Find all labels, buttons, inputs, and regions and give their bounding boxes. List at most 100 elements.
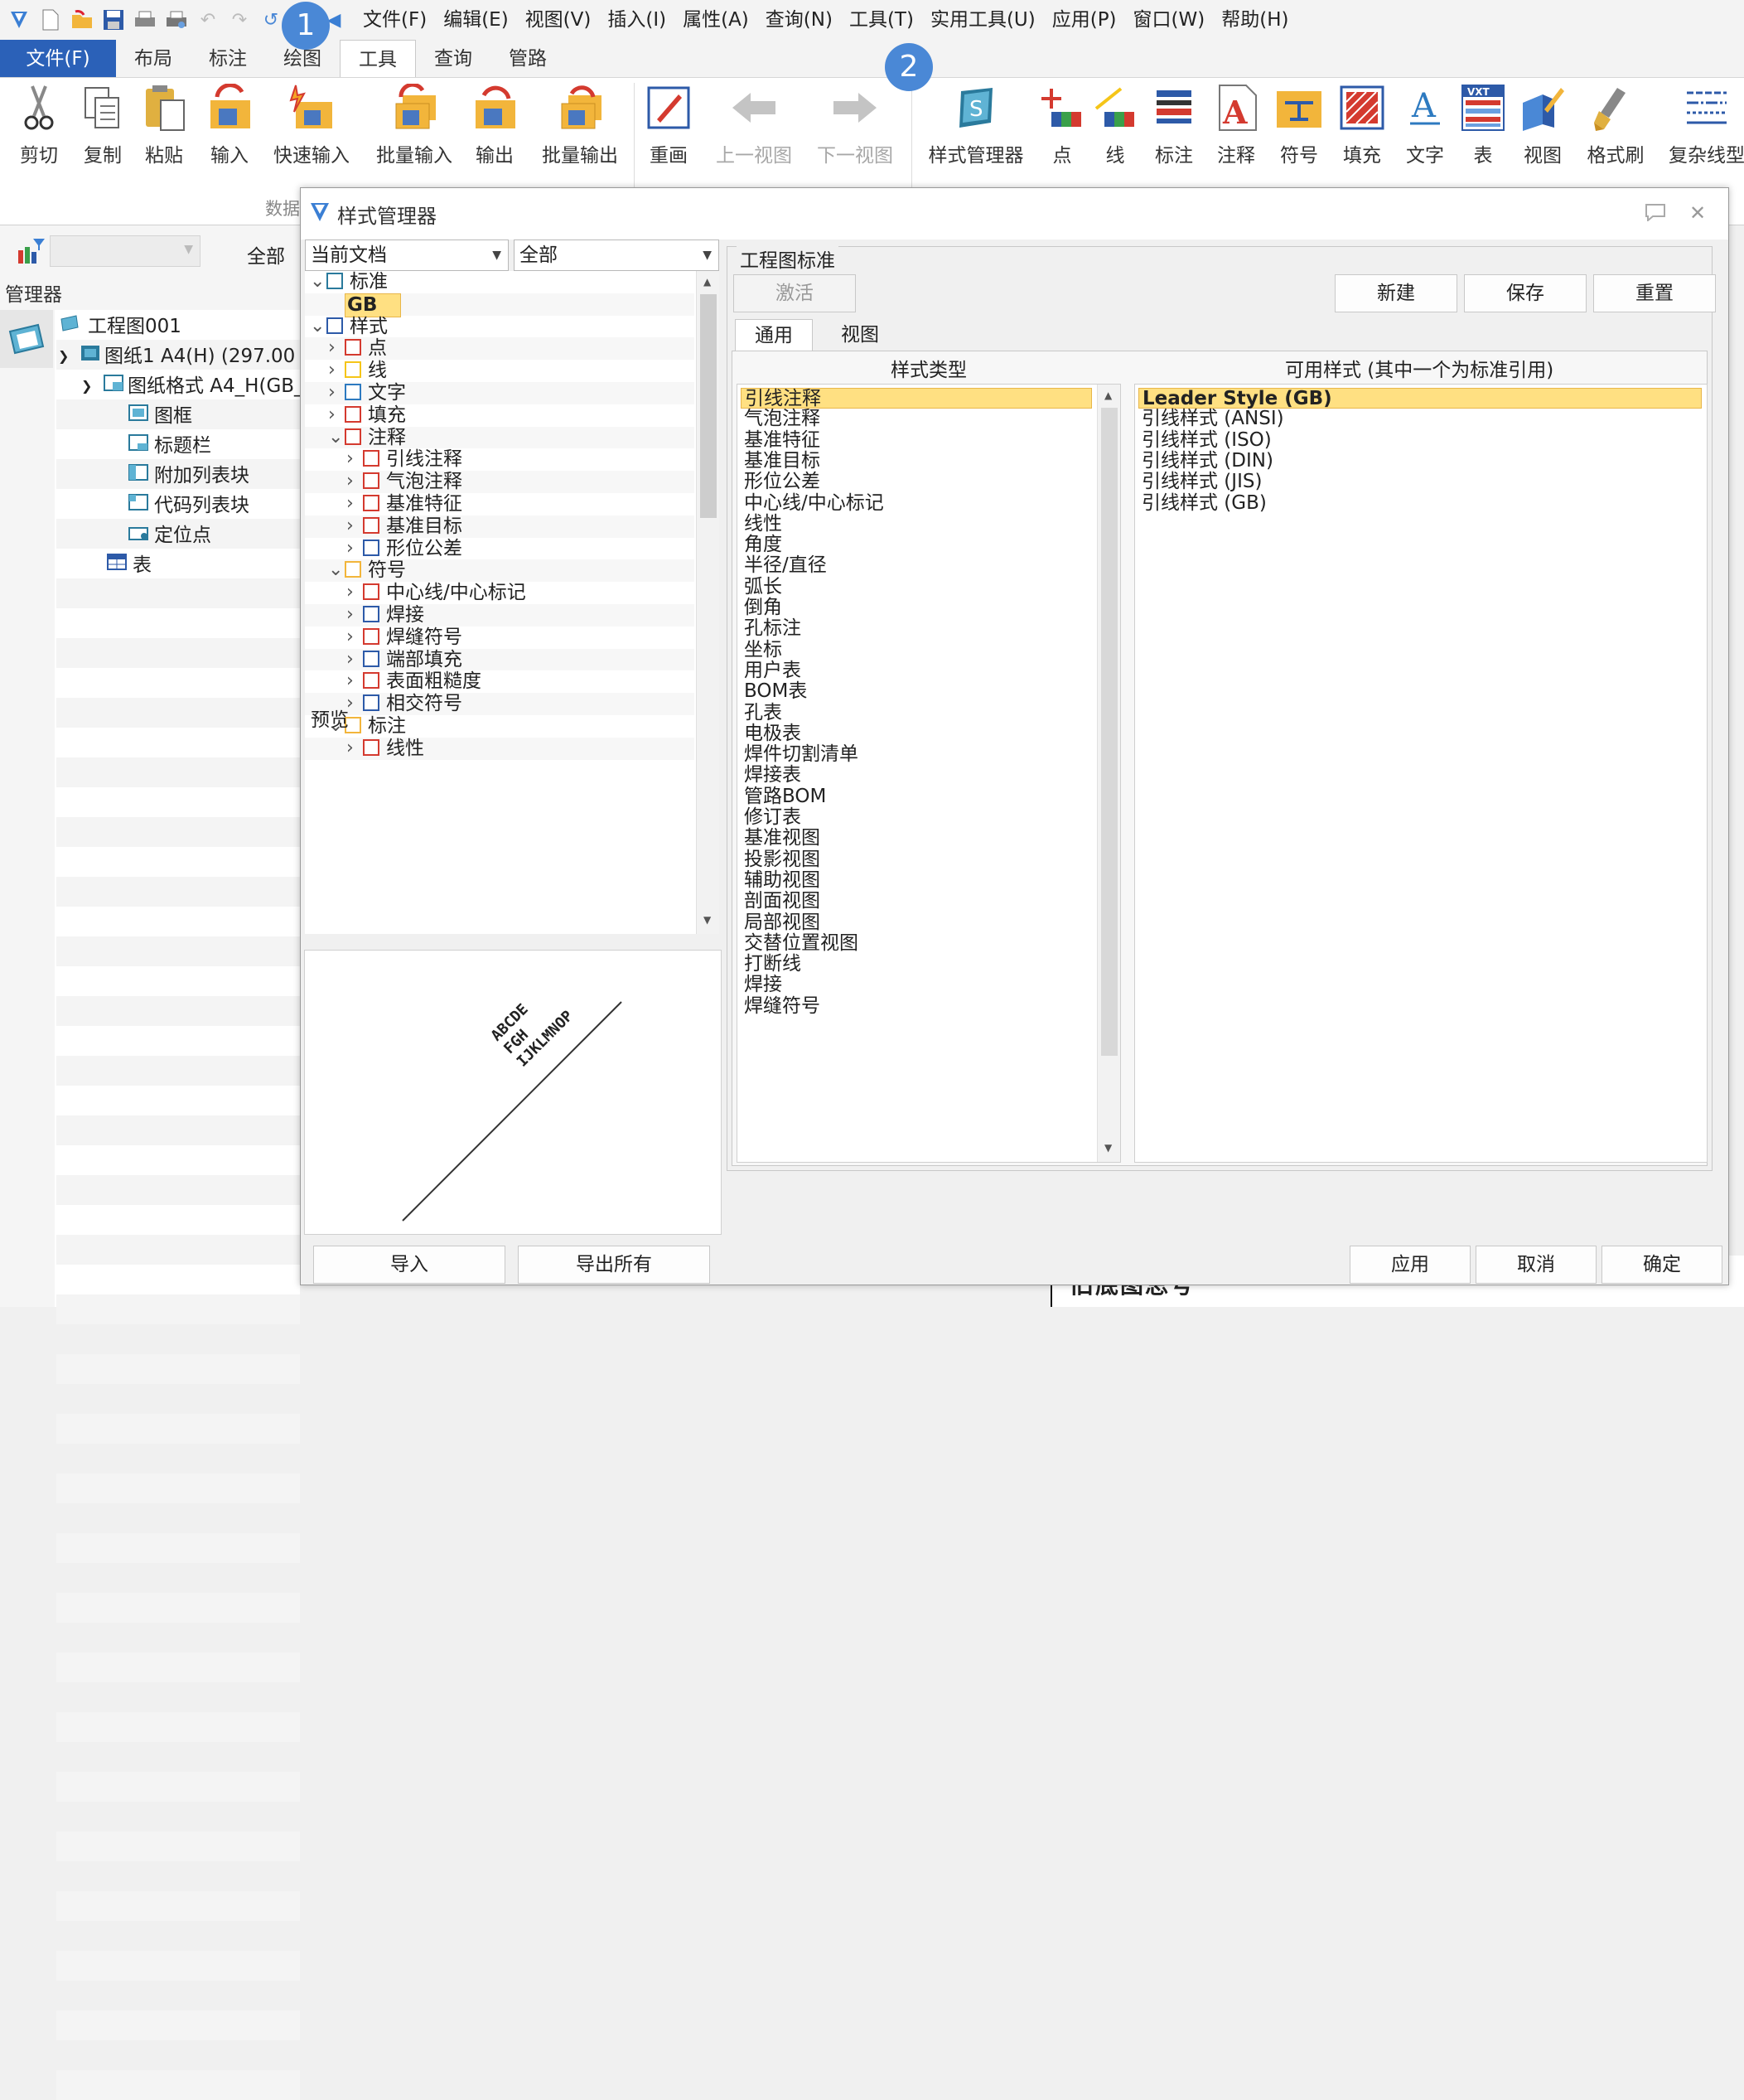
ok-button[interactable]: 确定 bbox=[1601, 1246, 1722, 1284]
symbol-style-button[interactable]: 符号 bbox=[1273, 83, 1326, 174]
tab-annotate[interactable]: 标注 bbox=[191, 40, 265, 77]
style-type-item[interactable]: 基准视图 bbox=[741, 828, 1089, 849]
style-type-item[interactable]: 剖面视图 bbox=[741, 891, 1089, 912]
print-preview-icon[interactable] bbox=[164, 7, 189, 32]
table-style-button[interactable]: VXT 表 bbox=[1458, 83, 1508, 174]
tab-view[interactable]: 视图 bbox=[823, 319, 897, 351]
style-type-item[interactable]: BOM表 bbox=[741, 681, 1089, 702]
apply-button[interactable]: 应用 bbox=[1350, 1246, 1471, 1284]
tab-inquire[interactable]: 查询 bbox=[416, 40, 490, 77]
previous-view-button[interactable]: 上一视图 bbox=[713, 83, 795, 174]
regen-icon[interactable]: ↺ bbox=[258, 7, 283, 32]
tree-item-title-block[interactable]: 标题栏 bbox=[128, 431, 211, 461]
style-type-item[interactable]: 打断线 bbox=[741, 954, 1089, 975]
scroll-up-icon[interactable]: ▲ bbox=[1104, 390, 1112, 401]
menu-tools[interactable]: 工具(T) bbox=[841, 0, 922, 40]
style-type-item[interactable]: 中心线/中心标记 bbox=[741, 492, 1089, 514]
style-type-item[interactable]: 电极表 bbox=[741, 723, 1089, 744]
style-tree-item[interactable]: › 文字 bbox=[305, 382, 694, 404]
chevron-right-icon[interactable]: › bbox=[346, 670, 354, 693]
style-type-item[interactable]: 基准目标 bbox=[741, 450, 1089, 472]
style-type-item[interactable]: 形位公差 bbox=[741, 472, 1089, 492]
menu-attribute[interactable]: 属性(A) bbox=[674, 0, 757, 40]
menu-window[interactable]: 窗口(W) bbox=[1125, 0, 1214, 40]
filter-all-label[interactable]: 全部 bbox=[247, 240, 285, 269]
menu-help[interactable]: 帮助(H) bbox=[1213, 0, 1297, 40]
style-type-item[interactable]: 管路BOM bbox=[741, 786, 1089, 807]
help-chat-icon[interactable] bbox=[1645, 203, 1666, 225]
style-type-item[interactable]: 焊缝符号 bbox=[741, 995, 1089, 1017]
dialog-title-bar[interactable]: 样式管理器 ✕ bbox=[301, 188, 1728, 240]
menu-view[interactable]: 视图(V) bbox=[517, 0, 600, 40]
chevron-right-icon[interactable]: › bbox=[328, 337, 336, 360]
batch-export-button[interactable]: 批量输出 bbox=[539, 83, 621, 174]
filter-combo[interactable]: 全部 ▼ bbox=[514, 240, 719, 271]
chevron-down-icon[interactable]: ⌄ bbox=[328, 427, 343, 449]
print-icon[interactable] bbox=[133, 7, 157, 32]
point-style-button[interactable]: 点 bbox=[1037, 83, 1087, 174]
copy-button[interactable]: 复制 bbox=[76, 83, 129, 174]
available-style-item[interactable]: 引线样式 (DIN) bbox=[1138, 450, 1702, 472]
batch-import-button[interactable]: 批量输入 bbox=[373, 83, 456, 174]
chevron-right-icon[interactable]: › bbox=[346, 582, 354, 604]
close-icon[interactable]: ✕ bbox=[1689, 201, 1706, 225]
chevron-right-icon[interactable]: › bbox=[346, 515, 354, 538]
tree-item-sheet[interactable]: ❯ 图纸1 A4(H) (297.00 x bbox=[58, 341, 312, 371]
available-style-item[interactable]: 引线样式 (JIS) bbox=[1138, 472, 1702, 492]
undo-icon[interactable]: ↶ bbox=[196, 7, 220, 32]
redo-icon[interactable]: ↷ bbox=[227, 7, 252, 32]
dimension-style-button[interactable]: 标注 bbox=[1147, 83, 1201, 174]
chevron-right-icon[interactable]: › bbox=[346, 604, 354, 627]
style-type-item[interactable]: 焊接 bbox=[741, 975, 1089, 995]
tab-piping[interactable]: 管路 bbox=[490, 40, 565, 77]
menu-utilities[interactable]: 实用工具(U) bbox=[922, 0, 1044, 40]
chevron-right-icon[interactable]: › bbox=[346, 538, 354, 560]
style-tree-item[interactable]: ⌄ 注释 bbox=[305, 426, 694, 449]
menu-apps[interactable]: 应用(P) bbox=[1044, 0, 1125, 40]
tree-item-code-list-block[interactable]: 代码列表块 bbox=[128, 491, 249, 520]
style-type-item[interactable]: 交替位置视图 bbox=[741, 932, 1089, 954]
style-type-item[interactable]: 孔标注 bbox=[741, 618, 1089, 639]
export-all-button[interactable]: 导出所有 bbox=[518, 1246, 710, 1284]
style-tree-item[interactable]: ⌄ 符号 bbox=[305, 559, 694, 583]
tree-item-sheet-format[interactable]: ❯ 图纸格式 A4_H(GB_ bbox=[81, 371, 304, 401]
manager-side-tab[interactable] bbox=[0, 310, 53, 368]
tab-file[interactable]: 文件(F) bbox=[0, 40, 116, 77]
chevron-down-icon[interactable]: ⌄ bbox=[310, 316, 325, 338]
style-type-item[interactable]: 半径/直径 bbox=[741, 555, 1089, 576]
chevron-right-icon[interactable]: › bbox=[328, 404, 336, 427]
line-style-button[interactable]: 线 bbox=[1090, 83, 1140, 174]
export-button[interactable]: 输出 bbox=[468, 83, 521, 174]
chevron-right-icon[interactable]: › bbox=[328, 382, 336, 404]
style-type-item[interactable]: 角度 bbox=[741, 535, 1089, 555]
style-tree-item[interactable]: › 气泡注释 bbox=[305, 471, 694, 493]
chevron-down-icon[interactable]: ⌄ bbox=[328, 559, 343, 582]
style-type-item[interactable]: 弧长 bbox=[741, 576, 1089, 598]
style-tree-item[interactable]: ⌄ 样式 bbox=[305, 316, 694, 338]
style-tree-item[interactable]: › 引线注释 bbox=[305, 448, 694, 471]
style-type-item[interactable]: 焊接表 bbox=[741, 765, 1089, 786]
style-type-item[interactable]: 引线注释 bbox=[741, 388, 1092, 409]
available-style-item[interactable]: 引线样式 (GB) bbox=[1138, 492, 1702, 514]
next-view-button[interactable]: 下一视图 bbox=[814, 83, 896, 174]
note-style-button[interactable]: A 注释 bbox=[1210, 83, 1263, 174]
style-tree-item[interactable]: › 表面粗糙度 bbox=[305, 670, 694, 693]
style-tree-item[interactable]: › 形位公差 bbox=[305, 538, 694, 560]
text-style-button[interactable]: A 文字 bbox=[1400, 83, 1450, 174]
chevron-right-icon[interactable]: › bbox=[346, 627, 354, 649]
save-icon[interactable] bbox=[101, 7, 126, 32]
available-style-item[interactable]: Leader Style (GB) bbox=[1138, 388, 1702, 409]
activate-button[interactable]: 激活 bbox=[733, 274, 856, 312]
chevron-right-icon[interactable]: › bbox=[346, 649, 354, 671]
tab-layout[interactable]: 布局 bbox=[116, 40, 191, 77]
available-style-item[interactable]: 引线样式 (ANSI) bbox=[1138, 409, 1702, 429]
style-type-item[interactable]: 局部视图 bbox=[741, 912, 1089, 933]
scroll-up-icon[interactable]: ▲ bbox=[703, 276, 711, 288]
style-type-item[interactable]: 焊件切割清单 bbox=[741, 744, 1089, 765]
new-button[interactable]: 新建 bbox=[1335, 274, 1457, 312]
tree-item-drawing[interactable]: 工程图001 bbox=[60, 312, 181, 341]
scroll-thumb[interactable] bbox=[1101, 408, 1118, 1056]
tab-general[interactable]: 通用 bbox=[735, 319, 813, 351]
view-style-button[interactable]: 视图 bbox=[1516, 83, 1569, 174]
style-tree-item[interactable]: › 填充 bbox=[305, 404, 694, 427]
